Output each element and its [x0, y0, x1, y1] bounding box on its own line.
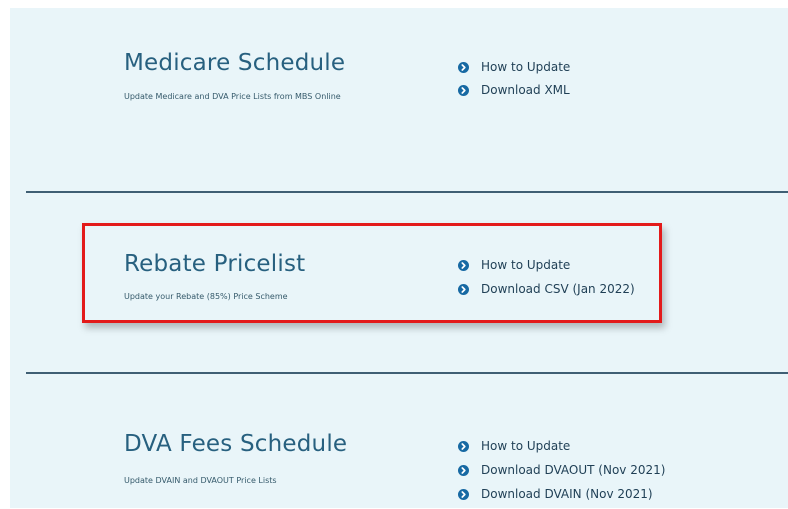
- section-description: Update Medicare and DVA Price Lists from…: [124, 92, 341, 101]
- chevron-right-circle-icon: [458, 488, 469, 500]
- section-links: How to Update Download DVAOUT (Nov 2021)…: [458, 437, 665, 509]
- section-divider: [26, 191, 788, 193]
- chevron-right-circle-icon: [458, 464, 469, 476]
- link-label: Download DVAIN (Nov 2021): [481, 487, 653, 501]
- link-label: Download DVAOUT (Nov 2021): [481, 463, 666, 477]
- link-label: How to Update: [481, 439, 571, 453]
- section-description: Update DVAIN and DVAOUT Price Lists: [124, 476, 277, 485]
- download-dvain-link[interactable]: Download DVAIN (Nov 2021): [458, 485, 665, 503]
- link-label: Download XML: [481, 83, 570, 97]
- highlight-box: [82, 223, 662, 323]
- download-dvaout-link[interactable]: Download DVAOUT (Nov 2021): [458, 461, 665, 479]
- how-to-update-link[interactable]: How to Update: [458, 437, 665, 455]
- chevron-right-circle-icon: [458, 61, 469, 73]
- chevron-right-circle-icon: [458, 84, 469, 96]
- section-title: Medicare Schedule: [124, 50, 346, 76]
- section-links: How to Update Download XML: [458, 58, 570, 104]
- section-divider: [26, 372, 788, 374]
- section-title: DVA Fees Schedule: [124, 431, 348, 457]
- chevron-right-circle-icon: [458, 440, 469, 452]
- how-to-update-link[interactable]: How to Update: [458, 58, 570, 76]
- link-label: How to Update: [481, 60, 571, 74]
- download-xml-link[interactable]: Download XML: [458, 81, 570, 99]
